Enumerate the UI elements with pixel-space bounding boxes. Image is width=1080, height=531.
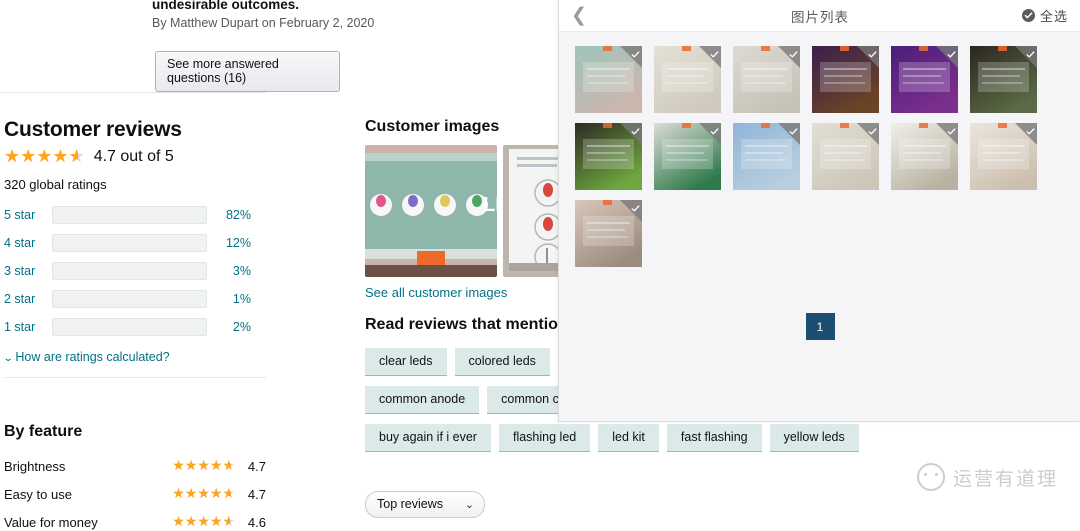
- review-keyword-tag[interactable]: led kit: [598, 424, 659, 452]
- screenshot-root: undesirable outcomes. By Matthew Dupart …: [0, 0, 1080, 531]
- divider-top: [0, 92, 266, 93]
- watermark-text: 运营有道理: [952, 467, 1058, 490]
- sort-reviews-select[interactable]: Top reviews ⌄: [365, 491, 485, 518]
- by-feature-list: Brightness ★★★★★ ★★★★★ 4.7 Easy to use ★★★★★ ★…: [4, 452, 266, 531]
- review-keyword-tag[interactable]: flashing led: [498, 424, 591, 452]
- image-thumbnail[interactable]: [970, 123, 1037, 190]
- by-feature-row: Easy to use ★★★★★ ★★★★★ 4.7: [4, 480, 266, 508]
- rating-breakdown-list: 5 star 82% 4 star 12% 3 star 3% 2 star 1% 1 star…: [4, 205, 266, 345]
- pagination: 1: [559, 313, 1080, 340]
- rating-bar-row: 4 star 12%: [4, 233, 266, 253]
- rating-bar-percent[interactable]: 1%: [207, 292, 251, 306]
- panel-header: ❮ 图片列表 全选: [559, 0, 1080, 32]
- global-ratings-count: 320 global ratings: [4, 177, 107, 192]
- by-feature-name: Value for money: [4, 514, 98, 530]
- by-feature-name: Brightness: [4, 458, 66, 474]
- rating-bar-row: 3 star 3%: [4, 261, 266, 281]
- rating-bar-row: 1 star 2%: [4, 317, 266, 337]
- divider-middle: [4, 377, 266, 378]
- image-thumbnail[interactable]: [733, 46, 800, 113]
- by-feature-heading: By feature: [4, 423, 83, 440]
- by-feature-value: 4.7: [247, 458, 266, 474]
- page-button-1[interactable]: 1: [805, 313, 835, 340]
- review-keyword-tag[interactable]: fast flashing: [666, 424, 762, 452]
- overall-rating-row: ★★★★★ ★★★★★ 4.7 out of 5: [4, 147, 174, 166]
- by-feature-stars: ★★★★★ ★★★★★: [172, 485, 235, 501]
- rating-bar-label[interactable]: 5 star: [4, 208, 52, 222]
- read-reviews-that-mention-heading: Read reviews that mention: [365, 316, 568, 333]
- rating-bar-label[interactable]: 1 star: [4, 320, 52, 334]
- rating-bar-label[interactable]: 2 star: [4, 292, 52, 306]
- select-all-label: 全选: [1039, 9, 1068, 24]
- rating-bar-percent[interactable]: 2%: [207, 320, 251, 334]
- chevron-down-icon: ⌄: [464, 498, 474, 511]
- select-all-button[interactable]: 全选: [1021, 0, 1068, 31]
- customer-image-thumb[interactable]: LED: [365, 145, 497, 277]
- rating-bar-label[interactable]: 4 star: [4, 236, 52, 250]
- review-keyword-tag[interactable]: colored leds: [454, 348, 550, 376]
- rating-bar-track[interactable]: [52, 262, 207, 280]
- image-thumbnail[interactable]: [575, 200, 642, 267]
- reviews-left-column: undesirable outcomes. By Matthew Dupart …: [0, 0, 374, 531]
- rating-bar-track[interactable]: [52, 290, 207, 308]
- rating-bar-percent[interactable]: 82%: [207, 208, 251, 222]
- image-thumbnail[interactable]: [812, 123, 879, 190]
- svg-text:LED: LED: [483, 194, 497, 216]
- image-thumbnail[interactable]: [575, 46, 642, 113]
- rating-bar-row: 2 star 1%: [4, 289, 266, 309]
- wechat-face-icon: [916, 463, 945, 491]
- watermark: 运营有道理: [916, 463, 1058, 491]
- customer-reviews-heading: Customer reviews: [4, 118, 182, 141]
- image-thumbnail[interactable]: [654, 46, 721, 113]
- by-feature-stars: ★★★★★ ★★★★★: [172, 513, 235, 529]
- see-all-customer-images-link[interactable]: See all customer images: [365, 285, 507, 300]
- image-thumbnail[interactable]: [575, 123, 642, 190]
- image-thumbnail-grid: [575, 46, 1069, 267]
- rating-bar-label[interactable]: 3 star: [4, 264, 52, 278]
- image-thumbnail[interactable]: [970, 46, 1037, 113]
- image-thumbnail[interactable]: [812, 46, 879, 113]
- overall-stars: ★★★★★ ★★★★★: [4, 146, 85, 166]
- rating-bar-percent[interactable]: 12%: [207, 236, 251, 250]
- image-thumbnail[interactable]: [891, 123, 958, 190]
- image-thumbnail[interactable]: [891, 46, 958, 113]
- image-list-panel: ❮ 图片列表 全选 1: [558, 0, 1080, 422]
- by-feature-row: Brightness ★★★★★ ★★★★★ 4.7: [4, 452, 266, 480]
- by-feature-name: Easy to use: [4, 486, 72, 502]
- rating-bar-row: 5 star 82%: [4, 205, 266, 225]
- review-keyword-tag[interactable]: common anode: [365, 386, 480, 414]
- review-keyword-tag[interactable]: buy again if i ever: [365, 424, 491, 452]
- rating-bar-track[interactable]: [52, 234, 207, 252]
- rating-bar-track[interactable]: [52, 318, 207, 336]
- by-feature-stars: ★★★★★ ★★★★★: [172, 457, 235, 473]
- see-more-answered-questions-button[interactable]: See more answered questions (16): [155, 51, 340, 92]
- by-feature-row: Value for money ★★★★★ ★★★★★ 4.6: [4, 508, 266, 531]
- check-circle-icon: [1021, 9, 1035, 22]
- how-ratings-calculated-label: How are ratings calculated?: [15, 350, 170, 364]
- how-ratings-calculated-link[interactable]: ⌄ How are ratings calculated?: [2, 350, 170, 364]
- rating-bar-percent[interactable]: 3%: [207, 264, 251, 278]
- review-keyword-tag[interactable]: clear leds: [365, 348, 447, 376]
- by-feature-value: 4.7: [247, 486, 266, 502]
- tag-row: buy again if i ever flashing led led kit fa…: [365, 424, 1080, 452]
- customer-images-heading: Customer images: [365, 118, 500, 135]
- image-thumbnail[interactable]: [733, 123, 800, 190]
- image-thumbnail[interactable]: [654, 123, 721, 190]
- chevron-down-icon: ⌄: [2, 353, 14, 364]
- rating-bar-track[interactable]: [52, 206, 207, 224]
- sort-selected-label: Top reviews: [377, 497, 443, 511]
- panel-title: 图片列表: [791, 9, 849, 25]
- by-feature-value: 4.6: [247, 514, 266, 530]
- rating-text: 4.7 out of 5: [93, 147, 174, 165]
- review-keyword-tag[interactable]: yellow leds: [769, 424, 859, 452]
